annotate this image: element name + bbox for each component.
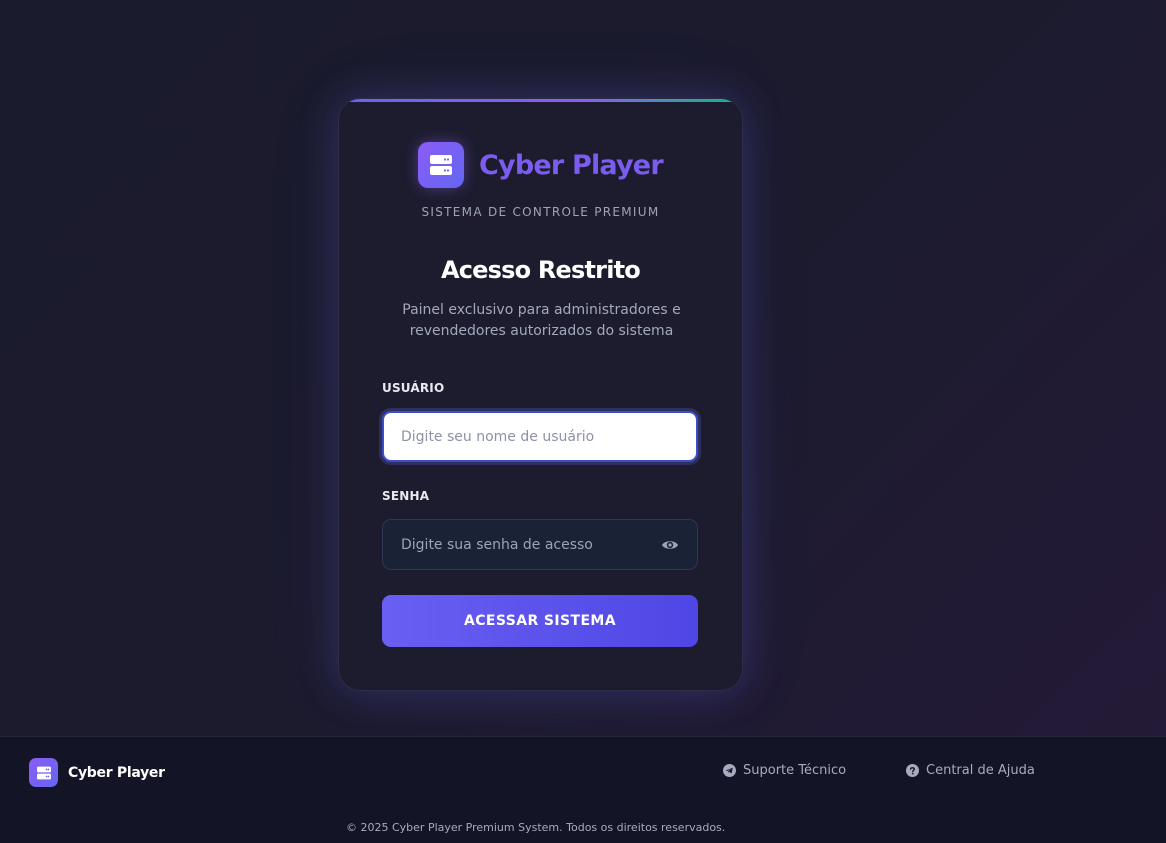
eye-icon[interactable]: [661, 536, 679, 554]
card-accent-line: [339, 99, 742, 102]
support-link-label: Suporte Técnico: [743, 763, 847, 778]
footer: Cyber Player Suporte Técnico Central de …: [0, 736, 1166, 843]
main-area: Cyber Player SISTEMA DE CONTROLE PREMIUM…: [0, 0, 1166, 736]
help-center-label: Central de Ajuda: [926, 763, 1035, 778]
help-center-link[interactable]: Central de Ajuda: [906, 763, 1035, 778]
page-title: Acesso Restrito: [440, 256, 641, 284]
telegram-icon: [723, 764, 736, 777]
tagline: SISTEMA DE CONTROLE PREMIUM: [421, 205, 660, 219]
server-icon: [29, 758, 58, 787]
submit-button[interactable]: ACESSAR SISTEMA: [382, 595, 698, 647]
support-link[interactable]: Suporte Técnico: [723, 763, 846, 778]
copyright: © 2025 Cyber Player Premium System. Todo…: [346, 821, 726, 834]
password-field: [382, 519, 698, 570]
brand-name: Cyber Player: [479, 149, 664, 181]
subtitle: Painel exclusivo para administradores e …: [402, 302, 681, 339]
username-label: USUÁRIO: [382, 381, 445, 395]
password-input[interactable]: [383, 520, 653, 569]
username-input[interactable]: [382, 411, 698, 462]
footer-brand-name: Cyber Player: [68, 764, 165, 781]
login-card: Cyber Player SISTEMA DE CONTROLE PREMIUM…: [338, 98, 743, 691]
password-label: SENHA: [382, 489, 430, 503]
server-icon: [418, 142, 464, 188]
question-circle-icon: [906, 764, 919, 777]
footer-brand[interactable]: Cyber Player: [29, 758, 165, 787]
brand: Cyber Player: [418, 142, 664, 188]
